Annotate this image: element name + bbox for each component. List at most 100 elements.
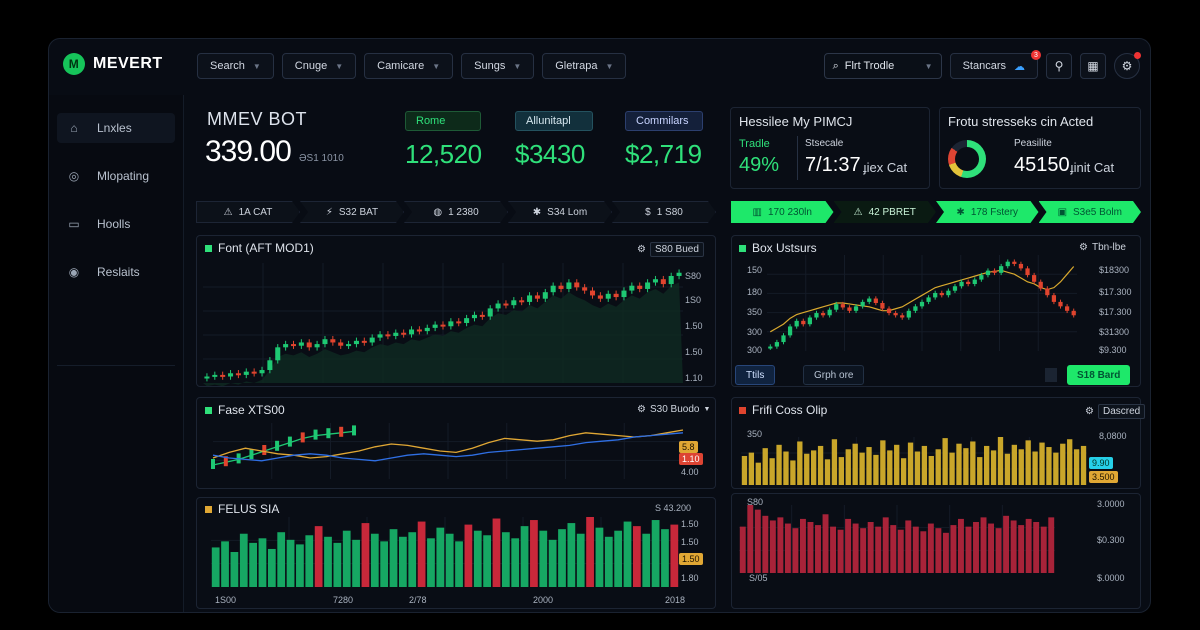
sidebar-item-lnxles[interactable]: ⌂ Lnxles <box>57 113 175 143</box>
sidebar-item-mlopating[interactable]: ◎ Mlopating <box>57 161 175 191</box>
candle-body <box>377 334 383 338</box>
settings-icon: ⚙ <box>1079 242 1088 253</box>
bar-chart-green-red[interactable] <box>211 517 679 587</box>
account-button[interactable]: Stancars ☁ 3 <box>949 50 1041 79</box>
tab-ttils[interactable]: Ttils <box>735 365 776 385</box>
chart-control[interactable]: ⚙ S80 Bued <box>637 242 704 257</box>
settings-button[interactable]: ⚙ <box>1114 52 1141 79</box>
search-input[interactable]: ⌕ Flrt Trodle ▼ <box>823 53 942 79</box>
bar <box>914 451 921 485</box>
x-tick: 7280 <box>333 595 354 605</box>
bar <box>314 526 323 587</box>
y-tick: 1.50 <box>685 347 703 357</box>
bar <box>950 525 957 573</box>
strip-item[interactable]: ▥ 170 230ln <box>731 201 834 223</box>
pin-button[interactable]: ⚲ <box>1046 53 1072 79</box>
strip-label: 42 PBRET <box>868 206 916 218</box>
bar <box>586 517 594 587</box>
nav-gletrapa-button[interactable]: Gletrapa ▼ <box>542 53 627 79</box>
nav-change-button[interactable]: Cnuge ▼ <box>281 53 357 79</box>
candle-body <box>660 279 666 285</box>
candle-body <box>827 309 832 316</box>
chevron-down-icon: ▼ <box>335 61 344 71</box>
bar <box>815 525 821 573</box>
settings-icon: ⚙ <box>1085 406 1094 417</box>
bot-sub: ƏS1 1010 <box>299 153 344 164</box>
candle-body <box>880 303 885 309</box>
candle-body <box>1032 275 1037 282</box>
panel-title: Hessilee My PIMCJ <box>739 114 853 129</box>
strip-item[interactable]: ✱ S34 Lom <box>508 201 612 223</box>
chart-title: Font (AFT MOD1) <box>218 241 314 255</box>
candle-body <box>243 371 249 375</box>
stat-label[interactable]: Commilars <box>625 111 703 131</box>
metric-strip-right: ▥ 170 230ln ⚠ 42 PBRET ✱ 178 Fstery ▣ S3e5 B… <box>731 201 1141 223</box>
bar <box>748 452 755 485</box>
sidebar-divider <box>57 365 175 366</box>
action-button[interactable]: S18 Bard <box>1067 365 1131 385</box>
bar-chart-gold[interactable] <box>741 437 1087 485</box>
strip-item[interactable]: ✱ 178 Fstery <box>936 201 1039 223</box>
y-tick: 1.80 <box>681 573 699 583</box>
toggle-icon[interactable] <box>1045 368 1057 382</box>
line-chart[interactable] <box>211 423 684 479</box>
bar <box>1018 525 1025 573</box>
nav-search-button[interactable]: Search ▼ <box>197 53 274 79</box>
panel-title: Frotu stresseks cin Acted <box>948 114 1094 129</box>
logo-icon: M <box>63 53 85 75</box>
candle-body <box>926 297 931 302</box>
settings-icon: ⚙ <box>637 244 646 255</box>
strip-item[interactable]: ▣ S3e5 Bolm <box>1039 201 1142 223</box>
chart-control[interactable]: ⚙ Dascred <box>1085 404 1146 419</box>
chart-control[interactable]: ⚙ Tbn-lbe <box>1079 242 1126 253</box>
candlestick-chart-1[interactable] <box>203 263 683 387</box>
grid-button[interactable]: ▦ <box>1080 53 1106 79</box>
nav-sungs-button[interactable]: Sungs ▼ <box>461 53 535 79</box>
bar <box>614 530 623 587</box>
candlestick-chart-2[interactable] <box>767 255 1077 351</box>
box-icon: ▣ <box>1057 206 1068 218</box>
candle-body <box>267 360 273 371</box>
bar <box>769 458 775 485</box>
candle-body <box>204 376 210 379</box>
candle-body <box>1051 295 1057 302</box>
bar <box>370 533 379 587</box>
bar <box>1010 520 1017 573</box>
bar <box>792 528 799 573</box>
stat-label[interactable]: Rome <box>405 111 481 131</box>
legend-swatch <box>205 244 212 252</box>
tab-graph-ore[interactable]: Grph ore <box>803 365 865 385</box>
strip-item[interactable]: $1 S80 <box>612 201 716 223</box>
strip-item[interactable]: ⚡ S32 BAT <box>300 201 404 223</box>
bar <box>754 509 761 573</box>
chart-header: Fase XTS00 <box>205 403 285 417</box>
bar <box>942 532 949 573</box>
bar <box>790 460 796 485</box>
bar <box>1067 439 1073 485</box>
candle-body <box>339 426 344 437</box>
dollar-icon: $ <box>645 206 651 218</box>
strip-item[interactable]: ⚠ 42 PBRET <box>834 201 937 223</box>
candle-body <box>353 340 359 345</box>
app-logo[interactable]: M MEVERT <box>63 53 163 75</box>
bar <box>887 450 893 485</box>
candle-body <box>972 279 977 285</box>
nav-camicare-button[interactable]: Camicare ▼ <box>364 53 454 79</box>
candle-body <box>847 307 852 311</box>
bar-chart-red[interactable] <box>739 505 1055 573</box>
bar <box>882 517 889 573</box>
sidebar-item-hoolls[interactable]: ▭ Hoolls <box>57 209 175 239</box>
chart-control[interactable]: ⚙ S30 Buodo ▼ <box>637 404 710 415</box>
candle-body <box>1012 261 1017 264</box>
candle-body <box>774 342 780 347</box>
stat-allunitapl: Allunitapl $3430 <box>515 111 593 170</box>
stat-label[interactable]: Allunitapl <box>515 111 593 131</box>
y-tick: 1.50 <box>685 321 703 331</box>
bar <box>1003 515 1010 573</box>
bar <box>221 541 229 587</box>
strip-item[interactable]: ⚠ 1A CAT <box>196 201 300 223</box>
sidebar-item-reslaits[interactable]: ◉ Reslaits <box>57 257 175 287</box>
bar <box>927 523 934 573</box>
strip-item[interactable]: ◍ 1 2380 <box>404 201 508 223</box>
bar <box>988 523 995 573</box>
